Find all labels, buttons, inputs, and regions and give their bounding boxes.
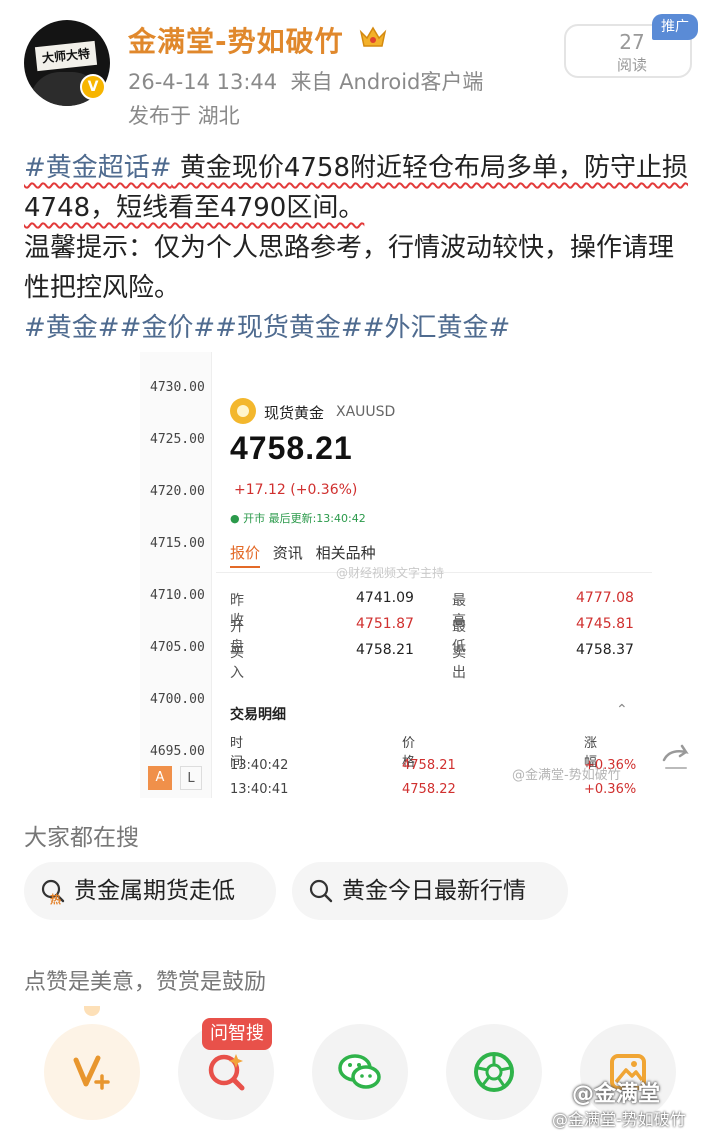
post-image[interactable]: 4730.00 4725.00 4720.00 4715.00 4710.00 …	[140, 352, 652, 798]
search-chip-label: 贵金属期货走低	[74, 878, 235, 904]
post-source: 来自 Android客户端	[290, 70, 484, 94]
brand-watermark: @金满堂	[572, 1082, 661, 1107]
crown-icon	[359, 26, 387, 47]
trade-price: 4758.22	[402, 782, 456, 797]
promo-badge: 推广	[652, 14, 698, 40]
symbol-name: 现货黄金	[264, 404, 325, 422]
wechat-icon	[338, 1054, 381, 1089]
pointer-icon	[84, 1006, 100, 1016]
moments-icon	[474, 1052, 514, 1092]
trade-detail-title: 交易明细	[230, 707, 286, 723]
reward-title: 点赞是美意，赞赏是鼓励	[24, 970, 267, 995]
avatar-sign: 大师大特	[34, 40, 98, 72]
hashtag-links[interactable]: #黄金##金价##现货黄金##外汇黄金#	[24, 308, 696, 348]
trade-time: 13:40:41	[230, 782, 289, 797]
tab-quote: 报价	[230, 544, 261, 568]
current-price: 4758.21	[230, 430, 353, 466]
quote-value: 4751.87	[356, 616, 414, 632]
gold-coin-icon	[230, 398, 256, 424]
axis-button-a: A	[148, 766, 172, 790]
handle-watermark: @金满堂-势如破竹	[552, 1110, 686, 1129]
axis-tick: 4720.00	[150, 484, 205, 499]
vplus-icon	[73, 1055, 110, 1090]
quote-value: 4758.37	[576, 642, 634, 658]
trade-change: +0.36%	[584, 782, 637, 797]
tab-related: 相关品种	[315, 544, 376, 562]
quote-value: 4741.09	[356, 590, 414, 606]
post-location: 发布于 湖北	[128, 104, 240, 128]
axis-tick: 4700.00	[150, 692, 205, 707]
axis-tick: 4730.00	[150, 380, 205, 395]
axis-tick: 4710.00	[150, 588, 205, 603]
quote-label: 买入	[230, 645, 244, 681]
trending-search-title: 大家都在搜	[24, 825, 139, 851]
post-meta: 26-4-14 13:44 来自 Android客户端	[128, 66, 483, 96]
price-axis: 4730.00 4725.00 4720.00 4715.00 4710.00 …	[140, 352, 212, 798]
quote-tabs: 报价 资讯 相关品种	[230, 542, 384, 568]
quote-value: 4758.21	[356, 642, 414, 658]
search-chip[interactable]: 热 贵金属期货走低	[24, 862, 276, 920]
post-text: #黄金超话# 黄金现价4758附近轻仓布局多单，防守止损4748，短线看至479…	[24, 148, 696, 348]
axis-button-l: L	[180, 766, 202, 790]
share-icon[interactable]	[656, 738, 696, 778]
hot-badge: 热	[50, 893, 61, 906]
axis-tick: 4705.00	[150, 640, 205, 655]
quote-label: 卖出	[452, 645, 466, 681]
image-watermark: @金满堂-势如破竹	[512, 768, 621, 783]
wechat-share-button[interactable]	[312, 1024, 408, 1120]
moments-share-button[interactable]	[446, 1024, 542, 1120]
quote-value: 4777.08	[576, 590, 634, 606]
axis-tick: 4695.00	[150, 744, 205, 759]
post-timestamp: 26-4-14 13:44	[128, 70, 278, 94]
axis-tick: 4725.00	[150, 432, 205, 447]
quote-value: 4745.81	[576, 616, 634, 632]
search-chip[interactable]: 黄金今日最新行情	[292, 862, 568, 920]
read-label: 阅读	[616, 56, 647, 74]
search-chip-label: 黄金今日最新行情	[342, 878, 526, 904]
post-tip: 温馨提示：仅为个人思路参考，行情波动较快，操作请理性把控风险。	[24, 233, 675, 303]
search-icon	[309, 879, 333, 903]
market-status: ● 开市 最后更新:13:40:42	[230, 512, 366, 525]
topic-tag-link[interactable]: #黄金超话#	[24, 153, 172, 183]
axis-tick: 4715.00	[150, 536, 205, 551]
tab-news: 资讯	[272, 544, 303, 562]
ai-search-icon	[208, 1054, 245, 1091]
quote-panel: 现货黄金 XAUUSD 4758.21 +17.12 (+0.36%) ● 开市…	[216, 352, 652, 798]
author-name[interactable]: 金满堂-势如破竹	[128, 20, 344, 60]
price-change: +17.12 (+0.36%)	[234, 482, 358, 498]
inner-watermark: @财经视频文字主持	[336, 566, 445, 580]
trade-time: 13:40:42	[230, 758, 289, 773]
trade-price: 4758.21	[402, 758, 456, 773]
reward-button[interactable]	[44, 1024, 140, 1120]
wenzhisou-badge: 问智搜	[202, 1018, 272, 1050]
chevron-up-icon: ⌃	[616, 702, 628, 718]
verified-icon: V	[80, 74, 106, 100]
symbol-code: XAUUSD	[336, 404, 396, 420]
